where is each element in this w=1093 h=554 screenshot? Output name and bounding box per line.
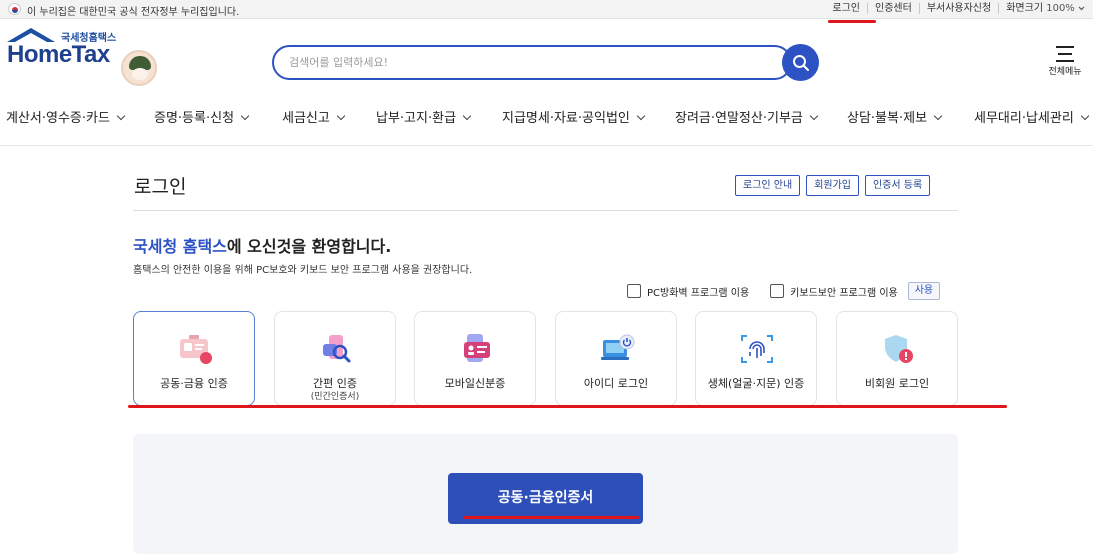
title-divider — [133, 210, 958, 211]
nav-divider — [0, 145, 1093, 146]
method-label: 아이디 로그인 — [583, 377, 649, 390]
register-cert-button[interactable]: 인증서 등록 — [865, 175, 931, 196]
simple-auth-icon — [323, 335, 351, 363]
security-options: PC방화벽 프로그램 이용 키보드보안 프로그램 이용 사용 — [627, 282, 941, 300]
shield-icon — [885, 335, 913, 363]
nav-item-agent[interactable]: 세무대리·납세관리 — [974, 107, 1090, 126]
utility-links: 로그인 인증센터 부서사용자신청 화면크기 100% — [825, 3, 1085, 14]
use-button[interactable]: 사용 — [907, 282, 941, 300]
option-label: 키보드보안 프로그램 이용 — [790, 287, 898, 299]
certificate-card-icon — [180, 335, 212, 364]
hometax-logo[interactable]: 국세청홈택스 HomeTax — [5, 28, 165, 86]
korea-flag-icon — [8, 3, 21, 15]
dept-user-link[interactable]: 부서사용자신청 — [918, 3, 998, 14]
mobile-id-icon — [464, 334, 490, 362]
welcome-rest: 에 오신것을 환영합니다. — [226, 237, 392, 256]
method-joint-cert[interactable]: 공동·금융 인증 — [133, 311, 255, 406]
laptop-power-icon — [601, 334, 635, 360]
search-button[interactable] — [782, 44, 819, 81]
chevron-down-icon — [636, 111, 646, 121]
mascot-icon — [121, 50, 157, 86]
zoom-value: 100% — [1046, 3, 1075, 14]
security-recommendation: 홈택스의 안전한 이용을 위해 PC보호와 키보드 보안 프로그램 사용을 권장… — [133, 265, 473, 276]
nav-item-tax-return[interactable]: 세금신고 — [282, 107, 346, 126]
search-input[interactable] — [274, 47, 790, 78]
chevron-down-icon — [1078, 6, 1085, 11]
annotation-underline-cert — [463, 516, 639, 519]
method-label: 비회원 로그인 — [864, 377, 930, 390]
login-guide-button[interactable]: 로그인 안내 — [735, 175, 801, 196]
main-nav: 계산서·영수증·카드 증명·등록·신청 세금신고 납부·고지·환급 지급명세·자… — [0, 100, 1093, 130]
nav-item-invoice[interactable]: 계산서·영수증·카드 — [6, 107, 126, 126]
nav-label: 계산서·영수증·카드 — [6, 111, 110, 126]
zoom-control[interactable]: 화면크기 100% — [998, 3, 1085, 14]
nav-label: 납부·고지·환급 — [376, 111, 457, 126]
chevron-down-icon — [336, 111, 346, 121]
chevron-down-icon — [240, 111, 250, 121]
cert-center-link[interactable]: 인증센터 — [867, 3, 919, 14]
pc-firewall-option[interactable]: PC방화벽 프로그램 이용 — [627, 284, 749, 299]
nav-item-payment[interactable]: 납부·고지·환급 — [376, 107, 472, 126]
chevron-down-icon — [809, 111, 819, 121]
full-menu-label: 전체메뉴 — [1048, 67, 1082, 77]
method-label: 생체(얼굴·지문) 인증 — [707, 377, 805, 390]
gov-notice: 이 누리집은 대한민국 공식 전자정부 누리집입니다. — [27, 7, 240, 18]
method-simple-auth[interactable]: 간편 인증 (민간인증서) — [274, 311, 396, 406]
method-sublabel: (민간인증서) — [310, 392, 360, 402]
nav-label: 세금신고 — [282, 111, 330, 126]
logo-english: HomeTax — [7, 41, 110, 68]
nav-item-consult[interactable]: 상담·불복·제보 — [847, 107, 943, 126]
nav-label: 상담·불복·제보 — [847, 111, 928, 126]
keyboard-security-option[interactable]: 키보드보안 프로그램 이용 — [770, 284, 898, 299]
welcome-heading: 국세청 홈택스에 오신것을 환영합니다. — [133, 233, 391, 257]
option-label: PC방화벽 프로그램 이용 — [647, 287, 750, 299]
search-icon — [792, 54, 809, 71]
method-label: 모바일신분증 — [444, 377, 506, 390]
login-link[interactable]: 로그인 — [825, 3, 867, 14]
login-top-buttons: 로그인 안내 회원가입 인증서 등록 — [735, 175, 931, 196]
zoom-label: 화면크기 — [1006, 3, 1044, 14]
chevron-down-icon — [933, 111, 943, 121]
page-title: 로그인 — [134, 176, 187, 198]
nav-label: 지급명세·자료·공익법인 — [502, 111, 630, 126]
welcome-highlight: 국세청 홈택스 — [133, 237, 227, 256]
nav-item-certificate[interactable]: 증명·등록·신청 — [154, 107, 250, 126]
method-biometric[interactable]: 생체(얼굴·지문) 인증 — [695, 311, 817, 406]
method-id-login[interactable]: 아이디 로그인 — [555, 311, 677, 406]
annotation-underline-methods — [128, 405, 1007, 408]
chevron-down-icon — [116, 111, 126, 121]
hamburger-icon — [1056, 46, 1074, 62]
checkbox[interactable] — [627, 284, 641, 298]
nav-item-incentive[interactable]: 장려금·연말정산·기부금 — [675, 107, 819, 126]
logo-roof-icon — [7, 28, 55, 42]
signup-button[interactable]: 회원가입 — [806, 175, 859, 196]
chevron-down-icon — [462, 111, 472, 121]
method-mobile-id[interactable]: 모바일신분증 — [414, 311, 536, 406]
checkbox[interactable] — [770, 284, 785, 298]
full-menu-button[interactable]: 전체메뉴 — [1045, 46, 1085, 77]
fingerprint-icon — [741, 335, 773, 363]
method-label: 공동·금융 인증 — [160, 377, 228, 390]
nav-label: 세무대리·납세관리 — [974, 111, 1074, 126]
method-non-member[interactable]: 비회원 로그인 — [836, 311, 958, 406]
top-utility-bar: 이 누리집은 대한민국 공식 전자정부 누리집입니다. 로그인 인증센터 부서사… — [0, 0, 1093, 19]
search-box — [272, 45, 792, 80]
nav-label: 증명·등록·신청 — [154, 111, 235, 126]
nav-item-statement[interactable]: 지급명세·자료·공익법인 — [502, 107, 646, 126]
login-method-list: 공동·금융 인증 간편 인증 (민간인증서) 모바일신분증 아이디 로그인 생체… — [133, 311, 958, 406]
chevron-down-icon — [1080, 111, 1090, 121]
nav-label: 장려금·연말정산·기부금 — [675, 111, 803, 126]
